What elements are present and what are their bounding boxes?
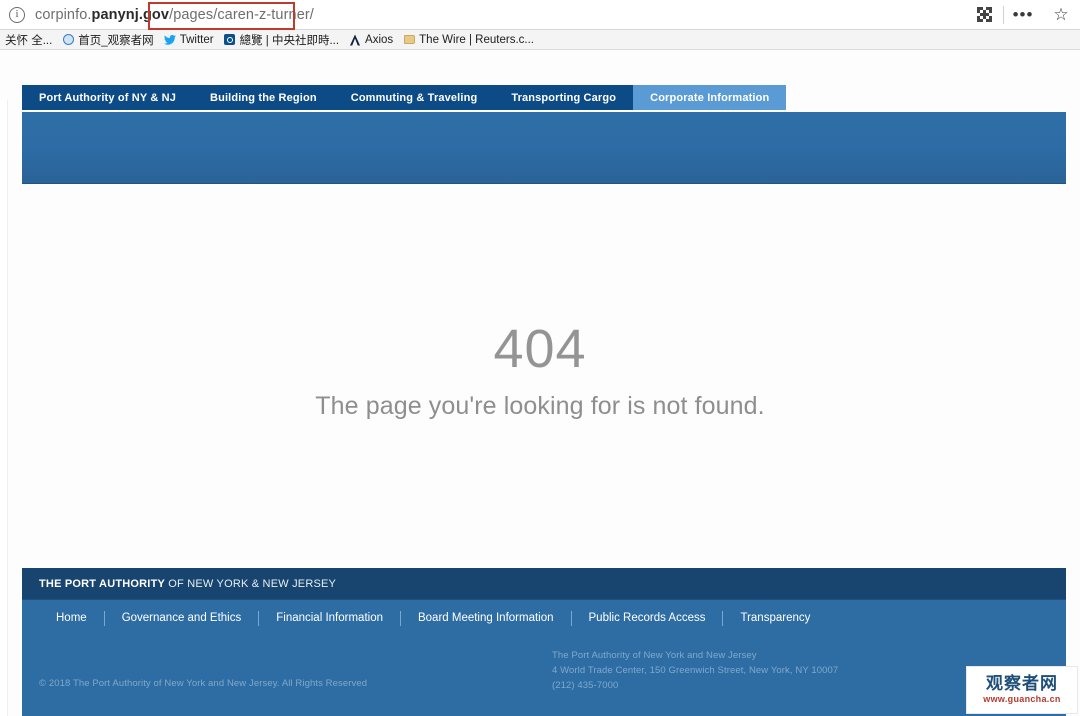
footer-brand-light: OF NEW YORK & NEW JERSEY bbox=[165, 577, 337, 590]
more-menu-glyph: ••• bbox=[1012, 4, 1034, 24]
browser-chrome: i corpinfo.panynj.gov/pages/caren-z-turn… bbox=[0, 0, 1080, 50]
footer-address-line-1: The Port Authority of New York and New J… bbox=[552, 650, 757, 661]
twitter-icon bbox=[163, 34, 176, 46]
globe-icon bbox=[62, 34, 74, 46]
footer-address: The Port Authority of New York and New J… bbox=[552, 648, 838, 693]
footer-brand-bar: THE PORT AUTHORITY OF NEW YORK & NEW JER… bbox=[22, 568, 1066, 600]
bookmark-label: 總覽 | 中央社即時... bbox=[239, 34, 340, 47]
bookmark-label: Axios bbox=[365, 33, 394, 46]
bookmark-item-2[interactable]: Twitter bbox=[159, 30, 219, 50]
footer-copyright: © 2018 The Port Authority of New York an… bbox=[39, 678, 368, 689]
error-message: The page you're looking for is not found… bbox=[315, 392, 765, 420]
page-left-gutter bbox=[0, 100, 8, 716]
site-header: Port Authority of NY & NJ Building the R… bbox=[22, 85, 1080, 184]
watermark: 观察者网 www.guancha.cn bbox=[966, 666, 1078, 714]
watermark-url: www.guancha.cn bbox=[983, 694, 1061, 704]
url-host: panynj.gov bbox=[91, 6, 170, 23]
error-block: 404 The page you're looking for is not f… bbox=[0, 320, 1080, 421]
more-menu-icon[interactable]: ••• bbox=[1004, 0, 1042, 30]
footer-address-line-3: (212) 435-7000 bbox=[552, 680, 619, 691]
bookmark-label: 关怀 全... bbox=[5, 34, 53, 47]
axios-icon bbox=[349, 34, 361, 46]
site-footer: THE PORT AUTHORITY OF NEW YORK & NEW JER… bbox=[22, 568, 1066, 716]
nav-tab-port-authority[interactable]: Port Authority of NY & NJ bbox=[22, 85, 193, 110]
bookmarks-bar: 关怀 全... 首页_观察者网 Twitter 總覽 | 中央社即時... Ax… bbox=[0, 30, 1080, 50]
primary-navigation: Port Authority of NY & NJ Building the R… bbox=[22, 85, 787, 110]
axios-a-glyph bbox=[350, 34, 361, 45]
bookmark-label: 首页_观察者网 bbox=[78, 34, 154, 47]
footer-link-home[interactable]: Home bbox=[39, 612, 104, 624]
qr-code-icon[interactable] bbox=[965, 0, 1003, 30]
nav-tab-transporting-cargo[interactable]: Transporting Cargo bbox=[494, 85, 634, 110]
footer-links: Home Governance and Ethics Financial Inf… bbox=[22, 600, 1066, 636]
footer-address-line-2: 4 World Trade Center, 150 Greenwich Stre… bbox=[552, 665, 839, 676]
footer-brand-bold: THE PORT AUTHORITY bbox=[39, 577, 166, 590]
star-glyph: ☆ bbox=[1053, 5, 1069, 24]
url-path: /pages/caren-z-turner/ bbox=[169, 6, 314, 23]
watermark-chinese-text: 观察者网 bbox=[986, 674, 1058, 694]
url-prefix: corpinfo. bbox=[35, 6, 92, 23]
error-code: 404 bbox=[493, 319, 587, 379]
nav-tab-corporate-information[interactable]: Corporate Information bbox=[633, 85, 787, 110]
reuters-icon bbox=[403, 34, 415, 46]
bookmark-item-0[interactable]: 关怀 全... bbox=[0, 30, 57, 50]
nav-tab-commuting-traveling[interactable]: Commuting & Traveling bbox=[333, 85, 495, 110]
bookmark-item-4[interactable]: Axios bbox=[344, 30, 398, 50]
footer-link-transparency[interactable]: Transparency bbox=[723, 612, 827, 624]
favorite-star-icon[interactable]: ☆ bbox=[1042, 0, 1080, 30]
twitter-bird-glyph bbox=[163, 34, 176, 45]
page-viewport: Port Authority of NY & NJ Building the R… bbox=[0, 50, 1080, 716]
bookmark-item-1[interactable]: 首页_观察者网 bbox=[57, 30, 158, 50]
bookmark-label: Twitter bbox=[179, 33, 214, 46]
website-page: Port Authority of NY & NJ Building the R… bbox=[0, 50, 1080, 716]
cna-icon bbox=[224, 34, 236, 46]
footer-body: Home Governance and Ethics Financial Inf… bbox=[22, 600, 1066, 716]
qr-code-glyph bbox=[976, 7, 992, 22]
footer-brand: THE PORT AUTHORITY OF NEW YORK & NEW JER… bbox=[39, 578, 336, 590]
nav-tab-building-the-region[interactable]: Building the Region bbox=[192, 85, 334, 110]
bookmark-label: The Wire | Reuters.c... bbox=[419, 33, 534, 46]
address-bar[interactable]: i corpinfo.panynj.gov/pages/caren-z-turn… bbox=[0, 0, 1080, 30]
footer-link-board-meeting-information[interactable]: Board Meeting Information bbox=[401, 612, 571, 624]
footer-link-governance-and-ethics[interactable]: Governance and Ethics bbox=[105, 612, 259, 624]
address-bar-actions: ••• ☆ bbox=[965, 0, 1080, 30]
hero-banner bbox=[22, 112, 1066, 184]
site-info-icon[interactable]: i bbox=[9, 6, 25, 23]
footer-link-public-records-access[interactable]: Public Records Access bbox=[572, 612, 723, 624]
url-text[interactable]: corpinfo.panynj.gov/pages/caren-z-turner… bbox=[35, 7, 314, 23]
bookmark-item-3[interactable]: 總覽 | 中央社即時... bbox=[219, 30, 344, 50]
bookmark-item-5[interactable]: The Wire | Reuters.c... bbox=[398, 30, 539, 50]
footer-link-financial-information[interactable]: Financial Information bbox=[259, 612, 400, 624]
browser-window: i corpinfo.panynj.gov/pages/caren-z-turn… bbox=[0, 0, 1080, 716]
